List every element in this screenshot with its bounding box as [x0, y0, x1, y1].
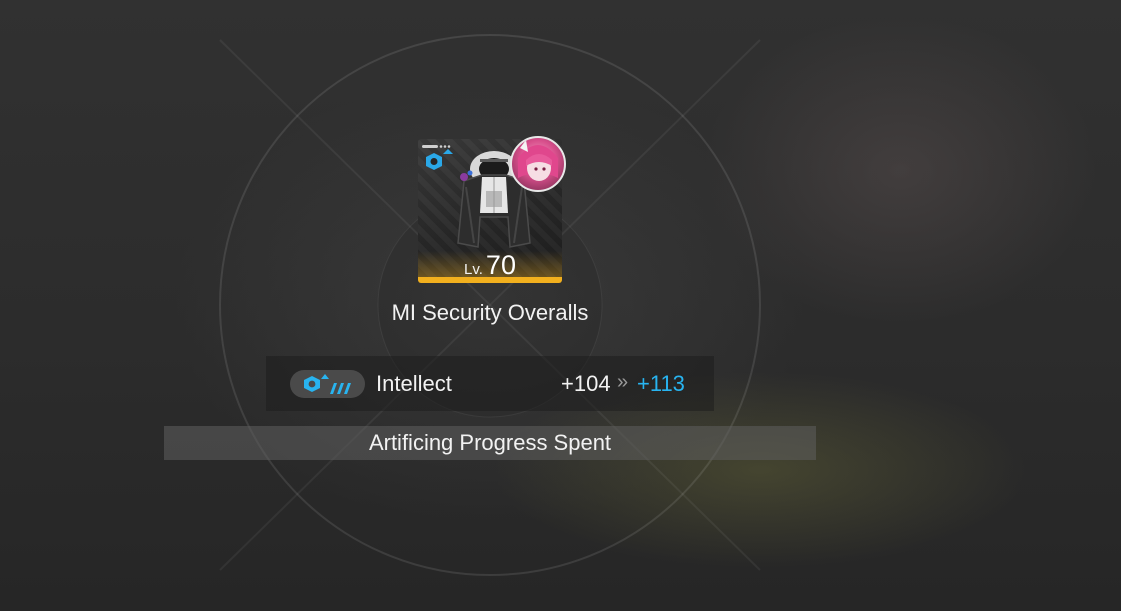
stat-name: Intellect — [376, 371, 452, 396]
stat-row: Intellect +104 » +113 — [266, 356, 714, 411]
rarity-bar — [418, 277, 562, 283]
level-value: 70 — [485, 250, 516, 280]
stat-new-value: +113 — [637, 371, 685, 396]
artificing-progress-banner: Artificing Progress Spent — [164, 426, 816, 460]
stat-attribute-badge — [290, 370, 365, 398]
level-prefix: Lv. — [464, 261, 483, 278]
item-name: MI Security Overalls — [391, 300, 589, 325]
stat-old-value: +104 — [561, 371, 611, 396]
intellect-attribute-icon — [304, 374, 351, 394]
character-avatar — [510, 136, 566, 192]
character-portrait-icon — [518, 140, 558, 181]
banner-text: Artificing Progress Spent — [368, 430, 612, 455]
stat-arrow-icon: » — [617, 371, 629, 393]
